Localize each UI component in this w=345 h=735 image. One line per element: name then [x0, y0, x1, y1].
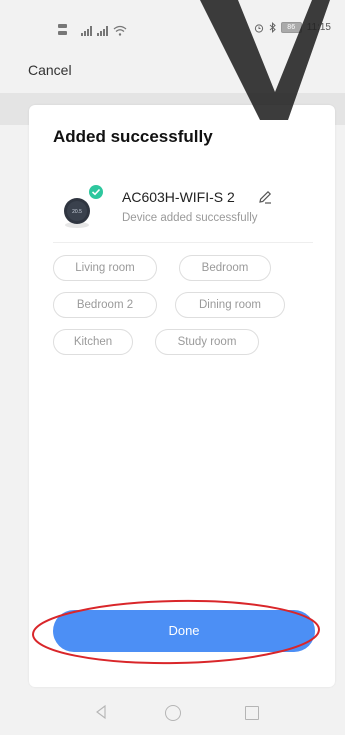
- check-icon: [89, 185, 103, 199]
- cellular-signal-icon: [81, 25, 92, 36]
- watermark-logo: [200, 0, 330, 120]
- edit-pencil-icon[interactable]: [257, 189, 273, 205]
- divider: [53, 242, 313, 243]
- cancel-button[interactable]: Cancel: [28, 62, 72, 78]
- cellular-signal-icon-2: [97, 25, 108, 36]
- result-card: Added successfully 20.5 AC603H-WIFI-S 2 …: [29, 105, 335, 687]
- device-status: Device added successfully: [122, 212, 258, 224]
- device-row: 20.5 AC603H-WIFI-S 2 Device added succes…: [53, 185, 313, 235]
- device-name: AC603H-WIFI-S 2: [122, 189, 235, 205]
- home-icon[interactable]: [165, 705, 181, 721]
- room-chip-kitchen[interactable]: Kitchen: [53, 329, 133, 355]
- navigation-bar: [0, 695, 345, 735]
- back-icon[interactable]: [95, 704, 107, 720]
- room-chip-living-room[interactable]: Living room: [53, 255, 157, 281]
- room-chip-study-room[interactable]: Study room: [155, 329, 259, 355]
- svg-text:20.5: 20.5: [72, 209, 82, 215]
- card-title: Added successfully: [53, 127, 213, 146]
- recent-apps-icon[interactable]: [245, 706, 259, 720]
- status-left-icons: [58, 24, 127, 36]
- room-chip-bedroom[interactable]: Bedroom: [179, 255, 271, 281]
- room-chip-bedroom-2[interactable]: Bedroom 2: [53, 292, 157, 318]
- wifi-icon: [113, 25, 127, 36]
- room-chip-dining-room[interactable]: Dining room: [175, 292, 285, 318]
- sim-card-icon: [58, 24, 76, 36]
- done-button[interactable]: Done: [53, 610, 315, 652]
